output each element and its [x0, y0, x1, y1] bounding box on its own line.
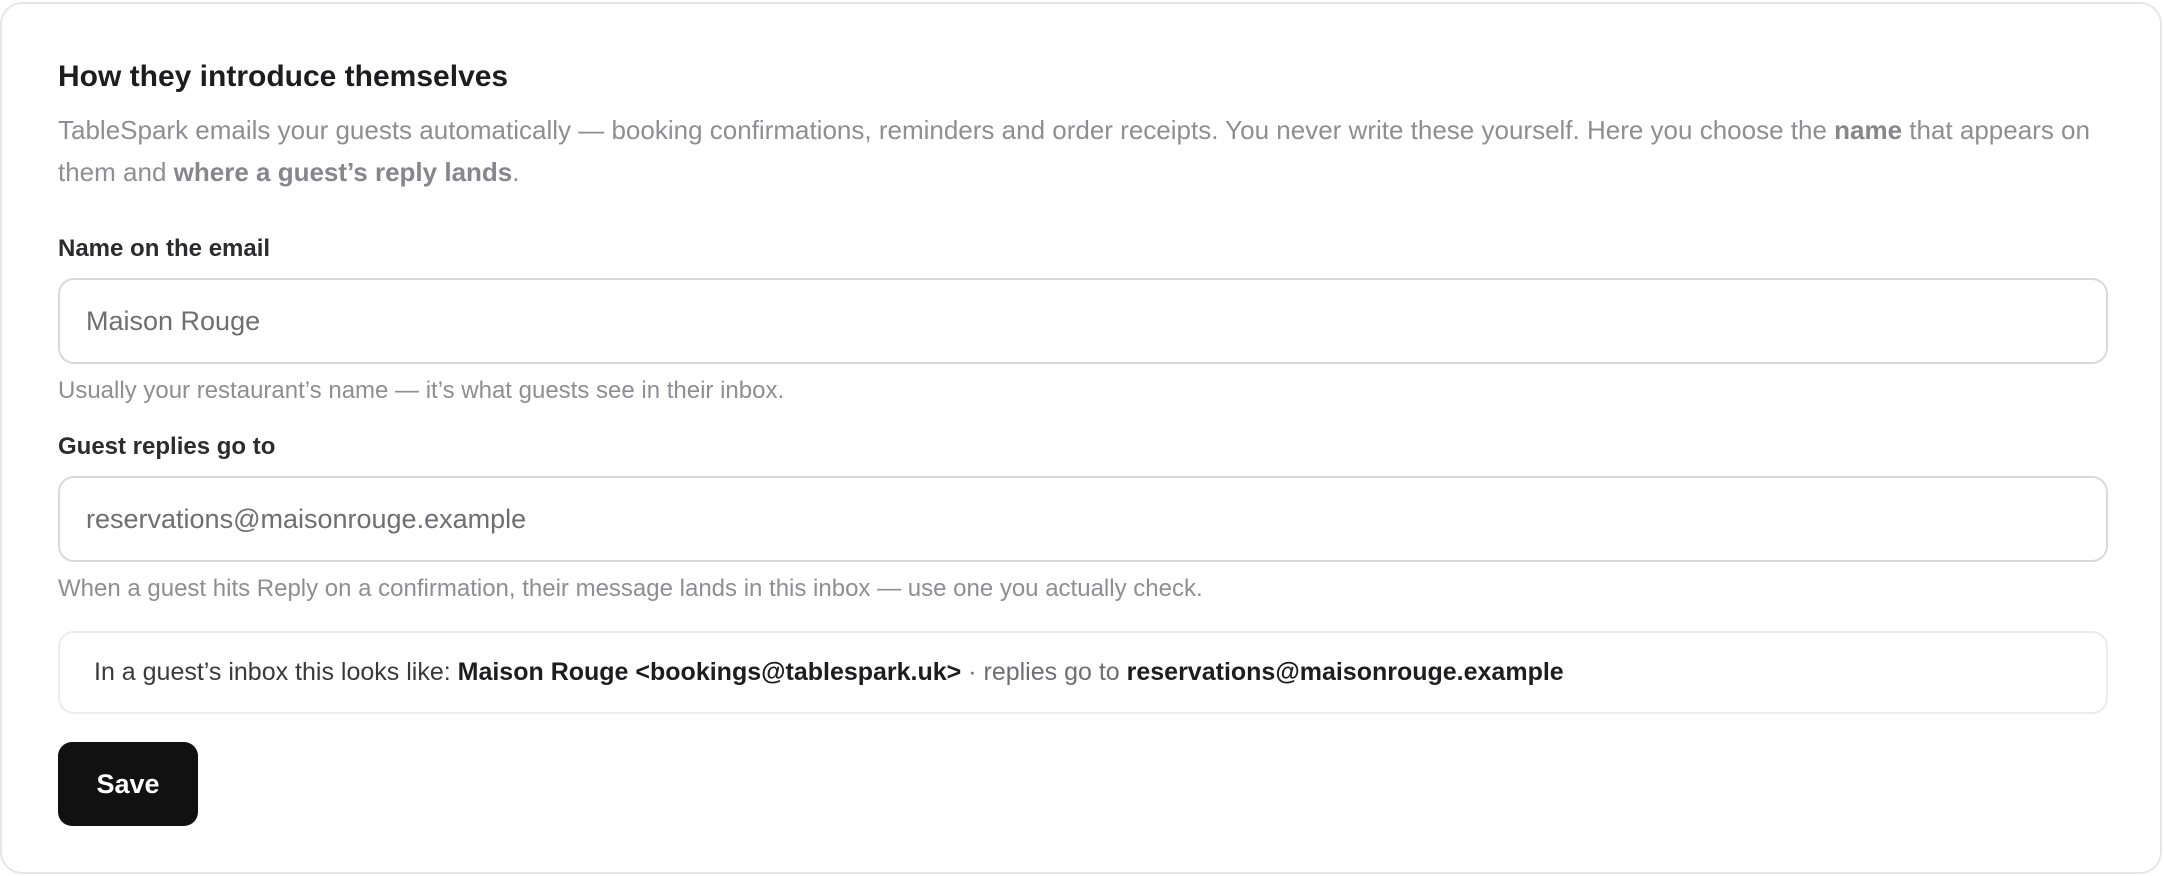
sender-name-label: Name on the email	[58, 235, 271, 262]
sender-name-hint: Usually your restaurant’s name — it’s wh…	[58, 377, 785, 404]
intro-text-1: TableSpark emails your guests automatica…	[58, 115, 1835, 145]
intro-text-3: .	[512, 157, 520, 187]
preview-reply-to: reservations@maisonrouge.example	[1126, 658, 1564, 686]
email-identity-card: How they introduce themselves TableSpark…	[0, 2, 2162, 874]
inbox-preview: In a guest’s inbox this looks like: Mais…	[58, 631, 2108, 714]
section-title: How they introduce themselves	[58, 60, 509, 93]
reply-to-hint: When a guest hits Reply on a confirmatio…	[58, 575, 1203, 602]
preview-prefix: In a guest’s inbox this looks like:	[94, 658, 458, 686]
intro-bold-reply: where a guest’s reply lands	[173, 157, 513, 187]
section-description: TableSpark emails your guests automatica…	[58, 109, 2108, 193]
reply-to-input[interactable]	[58, 476, 2108, 562]
intro-bold-name: name	[1834, 115, 1903, 145]
reply-to-label: Guest replies go to	[58, 433, 276, 460]
preview-separator: · replies go to	[961, 658, 1127, 686]
sender-name-input[interactable]	[58, 278, 2108, 364]
preview-from: Maison Rouge <bookings@tablespark.uk>	[457, 658, 962, 686]
save-button[interactable]: Save	[58, 742, 198, 826]
